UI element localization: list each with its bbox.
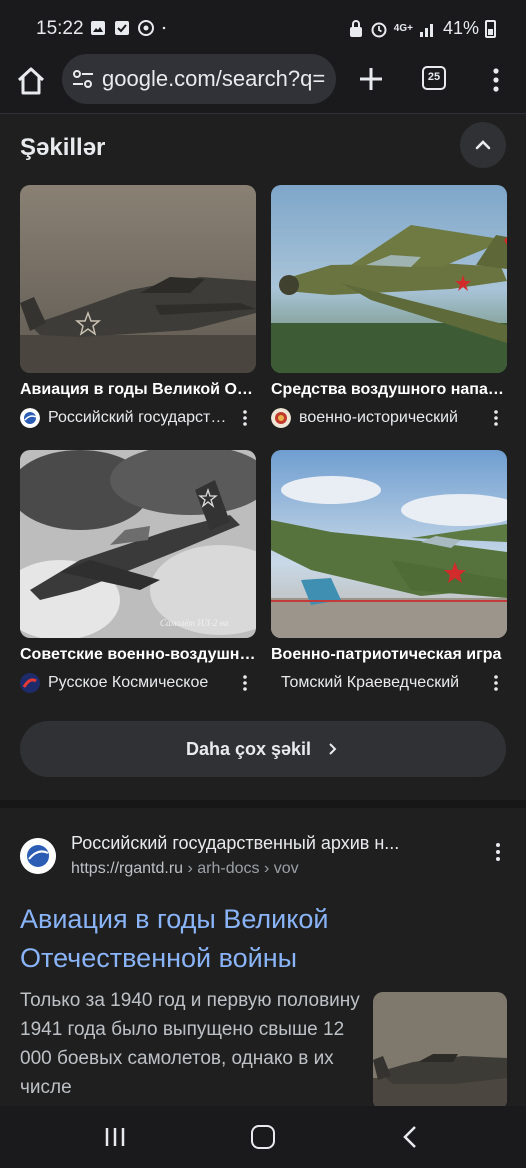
source-name[interactable]: Томский Краеведческий <box>281 674 461 692</box>
aircraft-photo <box>271 450 507 638</box>
back-icon[interactable] <box>400 1124 420 1150</box>
chevron-right-icon <box>329 743 337 755</box>
image-caption[interactable]: Военно-патриотическая игра <box>271 646 507 664</box>
image-source[interactable]: Российский государственный архив <box>20 407 256 429</box>
gallery-icon <box>91 21 105 35</box>
image-caption[interactable]: Авиация в годы Великой Отечественной вой… <box>20 381 256 399</box>
signal-icon <box>419 23 433 37</box>
result-thumbnail[interactable] <box>373 992 507 1110</box>
result-url[interactable]: https://rgantd.ru › arh-docs › vov <box>71 860 299 878</box>
tab-switcher-button[interactable]: 25 <box>422 66 446 90</box>
chrome-icon <box>138 20 154 36</box>
image-result-card[interactable]: Средства воздушного нападения военно-ист… <box>271 185 507 429</box>
status-notification-icons <box>90 20 170 36</box>
address-bar[interactable]: google.com/search?q= <box>62 54 336 104</box>
more-vert-icon[interactable] <box>494 842 502 862</box>
more-images-label: Daha çox şəkil <box>20 739 506 760</box>
image-source[interactable]: Томский Краеведческий <box>271 672 507 694</box>
source-name[interactable]: военно-исторический <box>299 409 479 427</box>
more-vert-icon[interactable] <box>242 674 248 692</box>
aircraft-photo <box>271 185 507 373</box>
network-type: 4G+ <box>393 22 413 34</box>
checkbox-icon <box>115 21 129 35</box>
aircraft-photo: Самолёт ИЛ-2 на <box>20 450 256 638</box>
rgantd-favicon[interactable] <box>20 838 56 874</box>
add-icon[interactable] <box>356 64 386 94</box>
lock-person-icon <box>349 19 362 37</box>
recent-apps-icon[interactable] <box>102 1126 128 1148</box>
image-thumbnail[interactable]: Самолёт ИЛ-2 на <box>20 450 256 638</box>
status-time: 15:22 <box>36 18 84 39</box>
source-name[interactable]: Русское Космическое <box>48 674 228 692</box>
result-snippet: Только за 1940 год и первую половину 194… <box>20 990 360 1098</box>
battery-icon <box>485 19 496 38</box>
image-thumbnail[interactable] <box>271 450 507 638</box>
images-section-title: Şəkillər <box>20 134 106 161</box>
image-thumbnail[interactable] <box>271 185 507 373</box>
aircraft-photo <box>20 185 256 373</box>
more-vert-icon[interactable] <box>242 409 248 427</box>
russian-cosmic-favicon <box>20 673 40 693</box>
image-thumbnail[interactable] <box>20 185 256 373</box>
more-vert-icon[interactable] <box>486 66 506 94</box>
more-images-text: Daha çox şəkil <box>185 739 312 759</box>
status-right-icons: 4G+ 41% <box>348 18 496 39</box>
result-title-link[interactable]: Авиация в годы Великой Отечественной вой… <box>20 900 500 978</box>
browser-toolbar: google.com/search?q= 25 <box>0 50 526 114</box>
image-result-card[interactable]: Авиация в годы Великой Отечественной вой… <box>20 185 256 429</box>
system-nav-bar <box>0 1106 526 1168</box>
source-name[interactable]: Российский государственный архив <box>48 409 228 427</box>
image-caption[interactable]: Средства воздушного нападения <box>271 381 507 399</box>
tune-icon[interactable] <box>72 69 94 89</box>
section-divider <box>0 800 526 808</box>
result-site-name[interactable]: Российский государственный архив н... <box>71 833 456 854</box>
image-source[interactable]: военно-исторический <box>271 407 507 429</box>
more-vert-icon[interactable] <box>493 409 499 427</box>
chevron-up-icon <box>475 140 491 150</box>
collapse-button[interactable] <box>460 122 506 168</box>
military-history-favicon <box>271 408 291 428</box>
dot-icon <box>162 26 166 30</box>
image-caption[interactable]: Советские военно-воздушные силы <box>20 646 256 664</box>
photo-caption-text: Самолёт ИЛ-2 на <box>160 618 229 628</box>
rgantd-favicon <box>20 408 40 428</box>
battery-percent: 41% <box>442 18 479 38</box>
more-vert-icon[interactable] <box>493 674 499 692</box>
alarm-icon <box>371 22 387 37</box>
url-text[interactable]: google.com/search?q= <box>102 66 334 92</box>
result-url-path: › arh-docs › vov <box>183 860 299 877</box>
aircraft-photo <box>373 992 507 1110</box>
more-images-button[interactable]: Daha çox şəkil <box>20 721 506 777</box>
image-result-card[interactable]: Самолёт ИЛ-2 на Советские военно-воздушн… <box>20 450 256 694</box>
home-button[interactable] <box>251 1125 275 1149</box>
image-result-card[interactable]: Военно-патриотическая игра Томский Краев… <box>271 450 507 694</box>
result-url-host: https://rgantd.ru <box>71 860 184 877</box>
image-source[interactable]: Русское Космическое <box>20 672 256 694</box>
home-icon[interactable] <box>14 64 48 98</box>
